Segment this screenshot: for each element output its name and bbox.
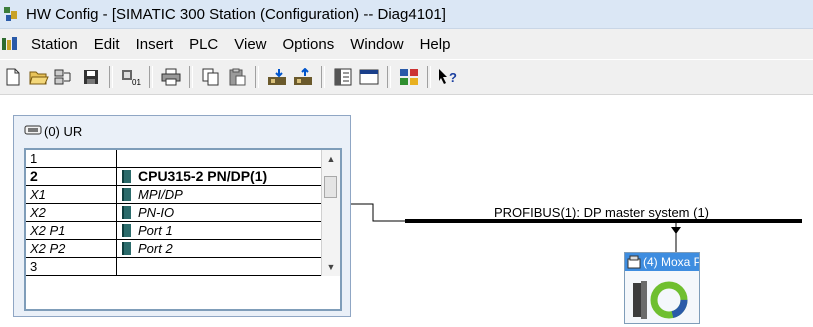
rack-row[interactable]: 1 [26, 150, 322, 168]
profibus-label[interactable]: PROFIBUS(1): DP master system (1) [494, 205, 709, 220]
rack-row[interactable]: X2 P2 Port 2 [26, 240, 322, 258]
moxa-device-icon [631, 277, 693, 324]
slot-number: 3 [30, 259, 38, 274]
module-name: CPU315-2 PN/DP(1) [138, 168, 268, 184]
module-name: Port 2 [138, 241, 173, 256]
module-icon [122, 170, 131, 183]
slot-number: X2 [30, 205, 46, 220]
moxa-station[interactable]: (4) Moxa Pr [624, 252, 700, 324]
rack-icon [24, 124, 42, 139]
rack-header: (0) UR [24, 124, 82, 139]
rack-title: (0) UR [44, 124, 83, 139]
rack-bus-connection [349, 203, 405, 222]
rack-row[interactable]: X2 P1 Port 1 [26, 222, 322, 240]
scroll-thumb[interactable] [324, 176, 337, 198]
rack-slot-table: 1 2 CPU315-2 PN/DP(1) X1 MPI/DP X2 PN-IO… [24, 148, 342, 311]
slot-number: 2 [30, 168, 38, 184]
station-title-bar: (4) Moxa Pr [625, 253, 699, 271]
station-small-icon [627, 255, 641, 271]
slot-number: X2 P1 [30, 223, 66, 238]
rack-row[interactable]: 2 CPU315-2 PN/DP(1) [26, 168, 322, 186]
slot-number: 1 [30, 151, 38, 166]
rack-row[interactable]: X2 PN-IO [26, 204, 322, 222]
drop-arrow-icon [671, 227, 681, 234]
module-icon [122, 188, 131, 201]
module-name: MPI/DP [138, 187, 183, 202]
module-name: Port 1 [138, 223, 173, 238]
scroll-down-arrow-icon[interactable]: ▼ [322, 258, 340, 276]
slot-number: X2 P2 [30, 241, 66, 256]
scroll-up-arrow-icon[interactable]: ▲ [322, 150, 340, 168]
module-name: PN-IO [138, 205, 175, 220]
rack-scrollbar[interactable]: ▲ ▼ [321, 150, 340, 276]
slot-number: X1 [30, 187, 46, 202]
rack-row[interactable]: X1 MPI/DP [26, 186, 322, 204]
rack-ur[interactable]: (0) UR 1 2 CPU315-2 PN/DP(1) X1 MPI/DP X… [13, 115, 351, 317]
rack-row[interactable]: 3 [26, 258, 322, 276]
module-icon [122, 224, 131, 237]
station-label: (4) Moxa Pr [643, 255, 699, 269]
module-icon [122, 242, 131, 255]
module-icon [122, 206, 131, 219]
